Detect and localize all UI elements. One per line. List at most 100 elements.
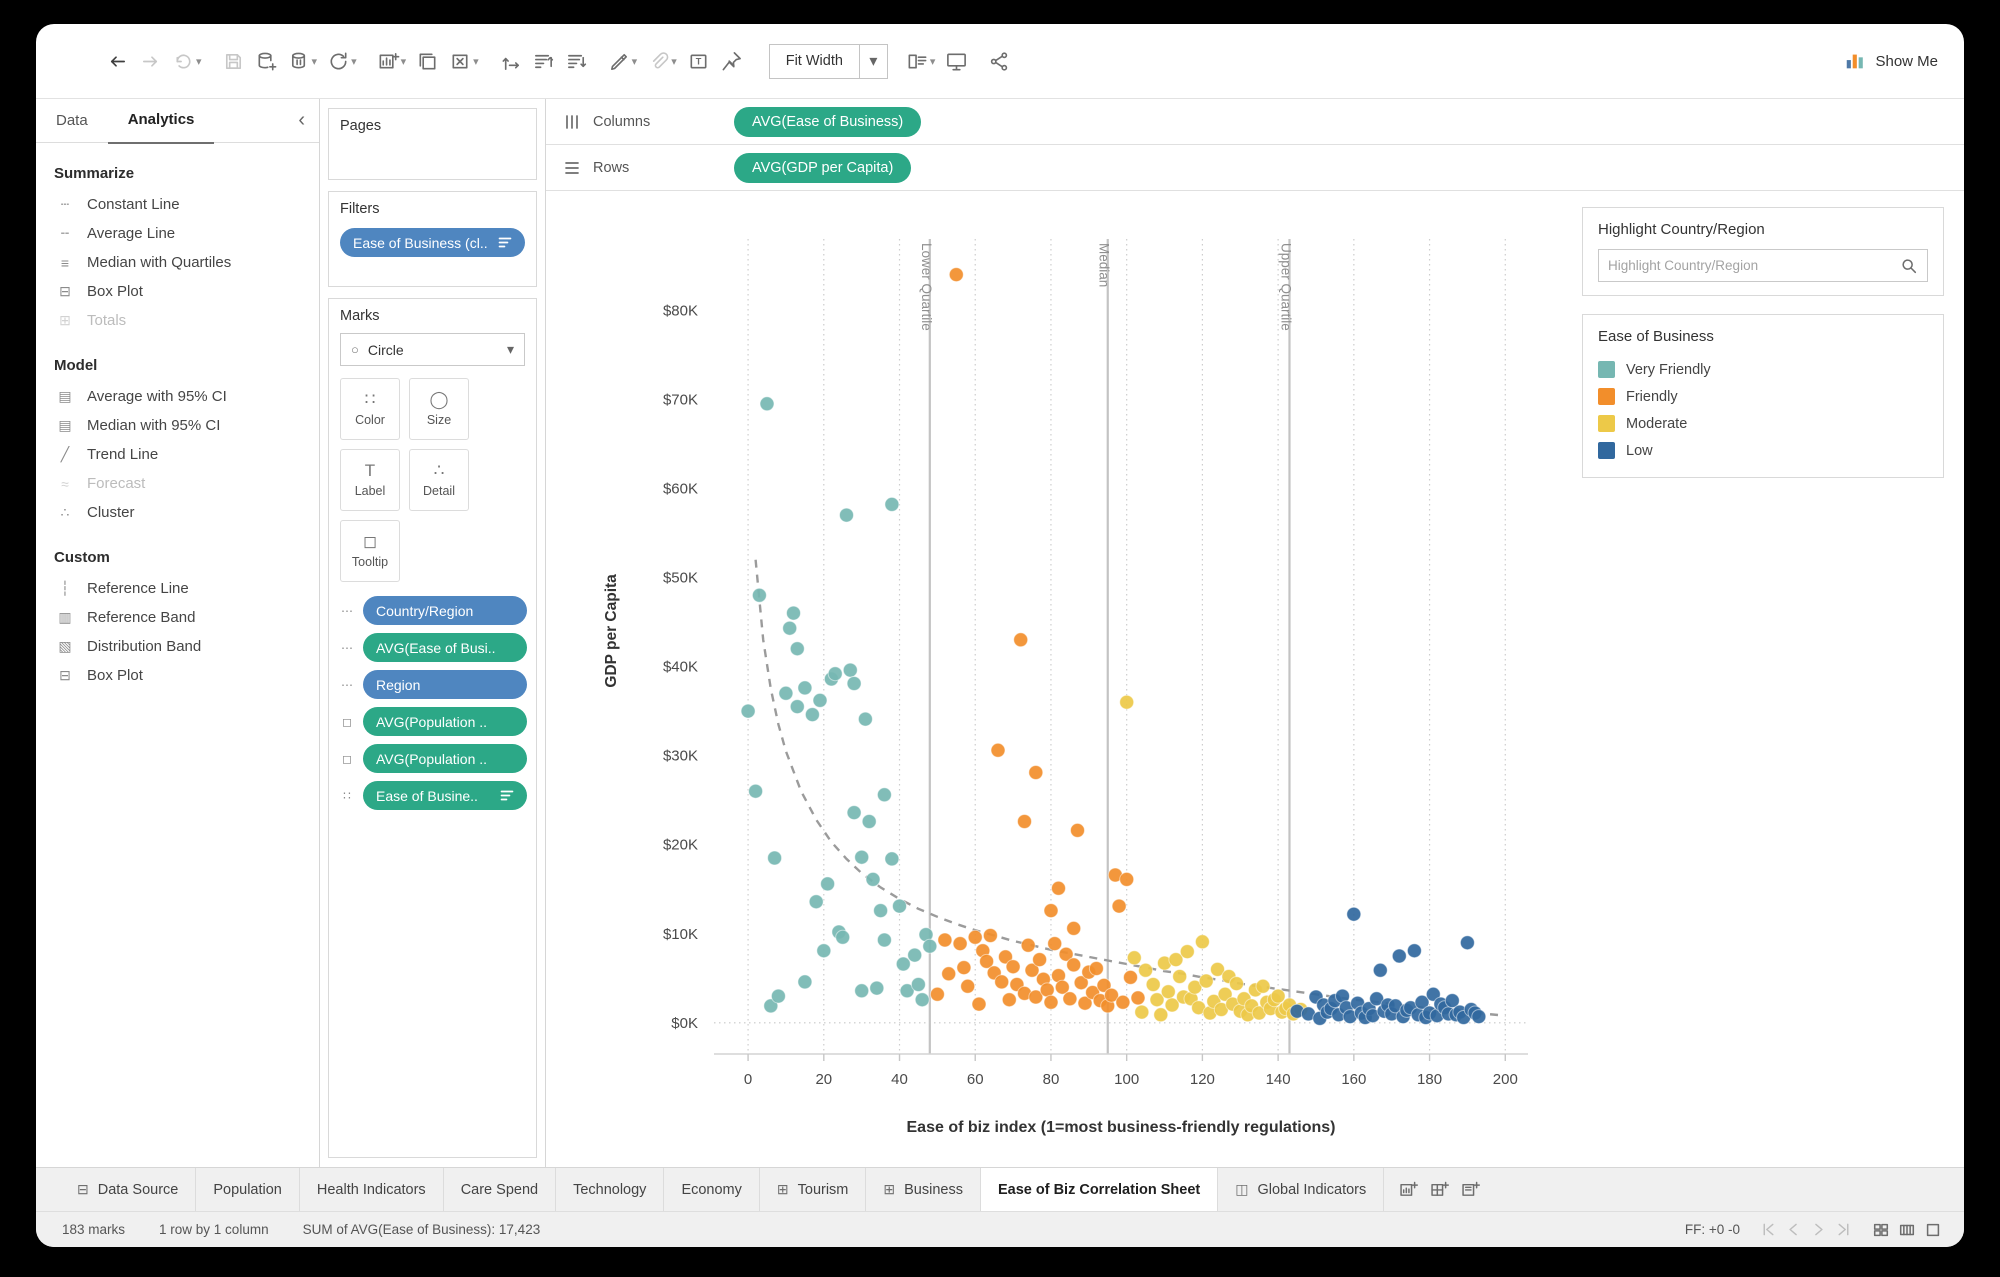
chevron-down-icon[interactable]: ▾ (507, 341, 514, 358)
data-point[interactable] (1043, 903, 1059, 919)
new-worksheet-button[interactable]: ▾ (375, 46, 409, 77)
sort-legend-icon[interactable] (498, 236, 512, 249)
filmstrip-view-icon[interactable] (1898, 1221, 1916, 1239)
chevron-down-icon[interactable]: ▾ (930, 55, 936, 68)
share-workbook-button[interactable] (986, 46, 1013, 77)
analytics-item[interactable]: ╱ Trend Line (36, 440, 319, 469)
data-point[interactable] (1066, 920, 1082, 936)
data-point[interactable] (857, 711, 873, 727)
data-point[interactable] (1391, 948, 1407, 964)
data-point[interactable] (846, 676, 862, 691)
data-point[interactable] (786, 605, 801, 621)
data-point[interactable] (960, 978, 976, 994)
chevron-down-icon[interactable]: ▾ (351, 55, 357, 68)
data-point[interactable] (907, 947, 923, 963)
sheet-tab[interactable]: Technology (556, 1168, 665, 1211)
mark-property-button[interactable]: ∷ Color (340, 378, 400, 440)
mark-property-button[interactable]: ◯ Size (409, 378, 469, 440)
data-point[interactable] (842, 662, 858, 678)
analytics-item[interactable]: ∴ Cluster (36, 498, 319, 527)
sheet-tab[interactable]: ⊞ Tourism (760, 1168, 867, 1211)
analytics-item[interactable]: ▤ Median with 95% CI (36, 411, 319, 440)
clear-sheet-button[interactable]: ▾ (447, 46, 481, 77)
swap-axes-button[interactable] (497, 46, 524, 77)
sort-legend-icon[interactable] (500, 789, 514, 802)
data-point[interactable] (865, 871, 881, 887)
redo-button[interactable] (137, 46, 164, 77)
analytics-item[interactable]: ⊞ Totals (36, 306, 319, 335)
legend-item[interactable]: Moderate (1598, 410, 1928, 437)
data-point[interactable] (759, 396, 775, 412)
data-point[interactable] (767, 850, 783, 866)
new-worksheet-tab-icon[interactable] (1398, 1179, 1419, 1200)
group-members-button[interactable]: ▾ (645, 46, 679, 77)
data-point[interactable] (1070, 822, 1085, 838)
replay-button[interactable]: ▾ (170, 46, 204, 77)
data-point[interactable] (1198, 973, 1214, 989)
data-point[interactable] (1138, 962, 1154, 978)
data-point[interactable] (982, 928, 998, 943)
data-point[interactable] (1028, 765, 1044, 780)
fit-selector[interactable]: Fit Width ▾ (768, 43, 888, 79)
data-point[interactable] (1145, 977, 1161, 992)
sheet-tab[interactable]: Care Spend (444, 1168, 557, 1211)
analytics-item[interactable]: ▧ Distribution Band (36, 632, 319, 661)
data-point[interactable] (1134, 1004, 1150, 1020)
undo-button[interactable] (104, 46, 131, 77)
data-point[interactable] (922, 938, 938, 954)
data-point[interactable] (1001, 992, 1017, 1008)
data-point[interactable] (929, 986, 945, 1002)
data-point[interactable] (994, 974, 1010, 990)
fix-axes-button[interactable] (718, 46, 745, 77)
marks-pill[interactable]: AVG(Ease of Busi.. (363, 633, 527, 662)
show-mark-labels-button[interactable]: T (685, 46, 712, 77)
save-button[interactable] (220, 46, 247, 77)
filter-pill[interactable]: Ease of Business (cl.. (340, 228, 525, 257)
sort-descending-button[interactable] (563, 46, 590, 77)
data-point[interactable] (876, 787, 892, 803)
chevron-down-icon[interactable]: ▾ (671, 55, 677, 68)
mark-property-button[interactable]: ◻ Tooltip (340, 520, 400, 582)
data-point[interactable] (1051, 880, 1066, 896)
mark-property-button[interactable]: ∴ Detail (409, 449, 469, 511)
data-point[interactable] (1017, 814, 1032, 829)
first-sheet-icon[interactable] (1760, 1221, 1777, 1238)
data-point[interactable] (948, 267, 964, 283)
legend-item[interactable]: Very Friendly (1598, 356, 1928, 383)
sort-ascending-button[interactable] (530, 46, 557, 77)
data-point[interactable] (971, 996, 987, 1012)
new-data-source-button[interactable] (253, 46, 280, 77)
analytics-item[interactable]: ▥ Reference Band (36, 603, 319, 632)
data-point[interactable] (827, 666, 843, 682)
data-point[interactable] (797, 974, 813, 990)
mark-type-selector[interactable]: ○ Circle ▾ (340, 333, 525, 366)
rows-pill[interactable]: AVG(GDP per Capita) (734, 152, 912, 183)
data-point[interactable] (1346, 906, 1362, 922)
chevron-down-icon[interactable]: ▾ (473, 55, 479, 68)
data-point[interactable] (892, 898, 907, 914)
data-point[interactable] (1459, 935, 1475, 951)
data-point[interactable] (1032, 952, 1048, 968)
search-icon[interactable] (1900, 257, 1918, 275)
marks-pill[interactable]: AVG(Population .. (363, 744, 527, 773)
legend-item[interactable]: Friendly (1598, 383, 1928, 410)
data-point[interactable] (1119, 871, 1135, 887)
data-point[interactable] (990, 742, 1006, 758)
data-point[interactable] (808, 894, 824, 910)
highlight-button[interactable]: ▾ (606, 46, 640, 77)
data-point[interactable] (751, 587, 767, 603)
data-point[interactable] (956, 960, 972, 976)
analytics-item[interactable]: ┄ Constant Line (36, 190, 319, 219)
new-dashboard-tab-icon[interactable] (1429, 1179, 1450, 1200)
sheet-tab[interactable]: Health Indicators (300, 1168, 444, 1211)
data-point[interactable] (835, 929, 851, 945)
pause-auto-updates-button[interactable]: ▾ (286, 46, 320, 77)
data-point[interactable] (941, 966, 957, 982)
marks-pill[interactable]: Ease of Busine.. (363, 781, 527, 810)
collapse-pane-icon[interactable]: ‹ (284, 109, 319, 132)
show-me-button[interactable]: Show Me (1844, 50, 1938, 72)
data-point[interactable] (1062, 991, 1078, 1007)
tab-analytics[interactable]: Analytics (107, 99, 215, 144)
data-point[interactable] (1126, 950, 1142, 966)
chevron-down-icon[interactable]: ▾ (858, 44, 887, 78)
